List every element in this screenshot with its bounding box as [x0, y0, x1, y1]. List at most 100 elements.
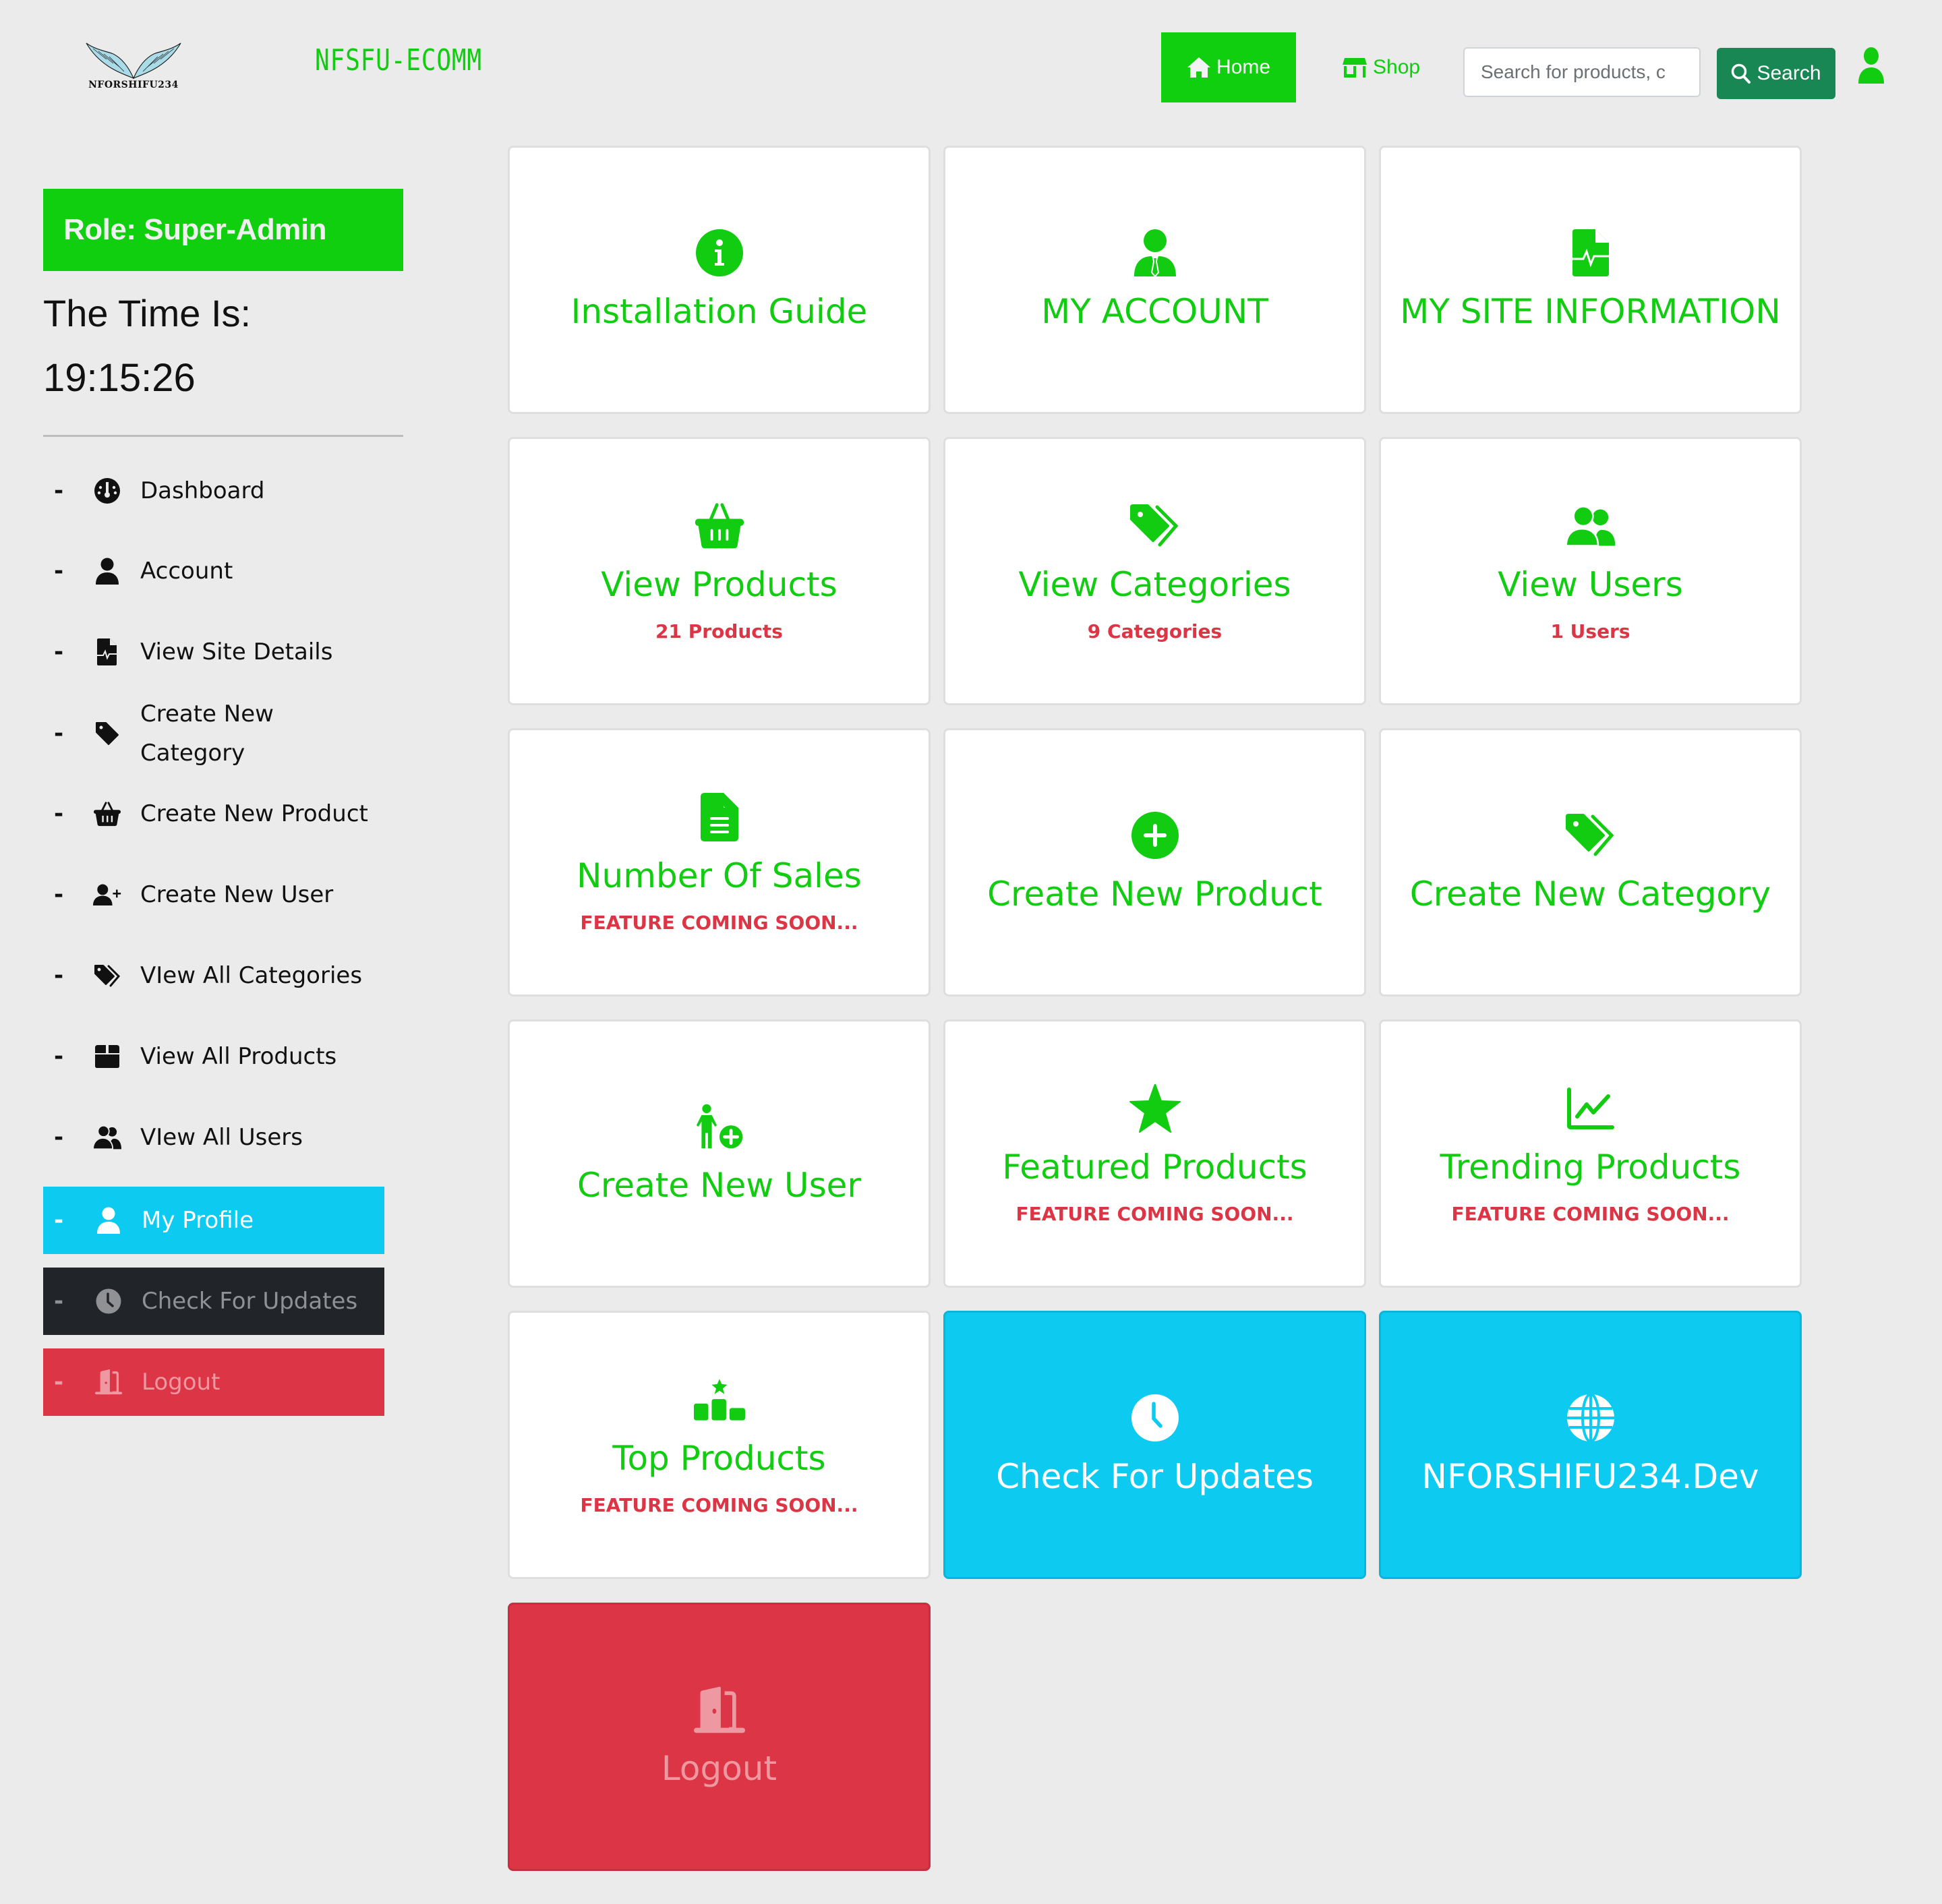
- search-button-label: Search: [1757, 62, 1821, 84]
- card-top-products[interactable]: Top Products FEATURE COMING SOON...: [508, 1311, 931, 1579]
- card-count: 1 Users: [1550, 620, 1630, 643]
- gauge-icon: [94, 478, 120, 504]
- card-title: Top Products: [612, 1438, 826, 1478]
- card-title: View Products: [601, 564, 837, 604]
- dash-marker: -: [54, 1043, 64, 1070]
- home-icon: [1187, 57, 1210, 78]
- sidebar-button-label: Logout: [142, 1369, 220, 1396]
- sidebar-item-label: Dashboard: [140, 477, 265, 504]
- site-brand-title[interactable]: NFSFU-ECOMM: [315, 43, 482, 78]
- dash-marker: -: [54, 962, 64, 989]
- child-plus-icon: [696, 1104, 744, 1150]
- card-my-site-information[interactable]: MY SITE INFORMATION: [1379, 146, 1802, 414]
- dash-marker: -: [54, 558, 64, 585]
- card-number-of-sales[interactable]: Number Of Sales FEATURE COMING SOON...: [508, 728, 931, 996]
- card-logout[interactable]: Logout: [508, 1603, 931, 1871]
- card-title: Number Of Sales: [577, 856, 862, 895]
- dash-marker: -: [54, 1369, 64, 1396]
- card-status: FEATURE COMING SOON...: [580, 1493, 858, 1516]
- sidebar-button-label: Check For Updates: [142, 1288, 358, 1315]
- chart-line-icon: [1566, 1087, 1614, 1129]
- card-title: View Users: [1498, 564, 1683, 604]
- nav-home-link[interactable]: Home: [1161, 32, 1296, 102]
- card-title: Logout: [661, 1749, 777, 1788]
- user-icon: [96, 558, 119, 585]
- wings-icon: [86, 42, 181, 80]
- card-view-products[interactable]: View Products 21 Products: [508, 437, 931, 705]
- sidebar-item-label: Account: [140, 558, 233, 585]
- sidebar-my-profile-button[interactable]: - My Profile: [43, 1187, 384, 1254]
- sidebar-logout-button[interactable]: - Logout: [43, 1348, 384, 1416]
- sidebar-item-label: View Site Details: [140, 638, 333, 665]
- sidebar-item-account[interactable]: - Account: [43, 552, 407, 591]
- card-title: Installation Guide: [570, 292, 868, 331]
- card-title: Check For Updates: [996, 1457, 1314, 1496]
- tag-icon: [96, 722, 119, 745]
- search-input[interactable]: [1463, 47, 1701, 97]
- door-open-icon: [94, 1369, 123, 1395]
- card-create-new-category[interactable]: Create New Category: [1379, 728, 1802, 996]
- user-account-icon[interactable]: [1856, 47, 1887, 84]
- dash-marker: -: [54, 1288, 64, 1315]
- sidebar-item-view-site-details[interactable]: - View Site Details: [43, 632, 407, 672]
- shop-icon: [1343, 58, 1367, 78]
- role-badge: Role: Super-Admin: [43, 189, 403, 271]
- dash-marker: -: [54, 1124, 64, 1151]
- star-icon: [1129, 1083, 1181, 1133]
- user-tie-icon: [1134, 229, 1176, 276]
- file-waveform-icon: [1572, 229, 1609, 276]
- sidebar-item-label: VIew All Users: [140, 1124, 303, 1151]
- user-icon: [97, 1207, 120, 1234]
- card-title: Create New Category: [1409, 874, 1771, 914]
- sidebar-item-dashboard[interactable]: - Dashboard: [43, 471, 407, 510]
- tags-icon: [1129, 504, 1178, 546]
- card-create-new-user[interactable]: Create New User: [508, 1019, 931, 1288]
- sidebar-item-view-all-users[interactable]: - VIew All Users: [43, 1118, 407, 1157]
- card-view-users[interactable]: View Users 1 Users: [1379, 437, 1802, 705]
- sidebar-item-label: Create New Category: [140, 701, 274, 767]
- file-lines-icon: [700, 792, 738, 841]
- site-logo[interactable]: NFORSHIFU234: [80, 39, 187, 94]
- card-count: 9 Categories: [1087, 620, 1223, 643]
- sidebar-item-view-all-products[interactable]: - View All Products: [43, 1037, 407, 1076]
- card-check-for-updates[interactable]: Check For Updates: [943, 1311, 1366, 1579]
- info-circle-icon: [695, 229, 743, 276]
- card-title: View Categories: [1018, 564, 1291, 604]
- card-create-new-product[interactable]: Create New Product: [943, 728, 1366, 996]
- door-open-icon: [693, 1686, 745, 1733]
- file-waveform-icon: [97, 638, 117, 665]
- user-icon: [1858, 47, 1884, 84]
- dash-marker: -: [54, 477, 64, 504]
- nav-home-label: Home: [1216, 56, 1271, 78]
- card-installation-guide[interactable]: Installation Guide: [508, 146, 931, 414]
- dash-marker: -: [54, 881, 64, 908]
- clock-icon: [96, 1288, 121, 1314]
- user-plus-icon: [93, 884, 121, 905]
- card-developer-site[interactable]: NFORSHIFU234.Dev: [1379, 1311, 1802, 1579]
- search-icon: [1732, 63, 1751, 84]
- sidebar-check-updates-button[interactable]: - Check For Updates: [43, 1268, 384, 1335]
- card-title: Create New Product: [987, 874, 1322, 914]
- sidebar-item-create-new-category[interactable]: - Create New Category: [43, 694, 407, 773]
- sidebar-item-label: Create New User: [140, 881, 334, 908]
- card-view-categories[interactable]: View Categories 9 Categories: [943, 437, 1366, 705]
- sidebar-item-view-all-categories[interactable]: - VIew All Categories: [43, 956, 407, 995]
- search-button[interactable]: Search: [1717, 48, 1835, 99]
- sidebar-button-label: My Profile: [142, 1207, 254, 1234]
- card-status: FEATURE COMING SOON...: [580, 911, 858, 934]
- clock-icon: [1131, 1394, 1179, 1441]
- sidebar-item-label: VIew All Categories: [140, 962, 363, 989]
- card-status: FEATURE COMING SOON...: [1016, 1202, 1294, 1225]
- sidebar-item-create-new-product[interactable]: - Create New Product: [43, 794, 407, 833]
- time-value: 19:15:26: [43, 356, 196, 400]
- card-title: NFORSHIFU234.Dev: [1421, 1457, 1759, 1496]
- card-my-account[interactable]: MY ACCOUNT: [943, 146, 1366, 414]
- sidebar-item-create-new-user[interactable]: - Create New User: [43, 875, 407, 914]
- card-featured-products[interactable]: Featured Products FEATURE COMING SOON...: [943, 1019, 1366, 1288]
- nav-shop-link[interactable]: Shop: [1342, 49, 1420, 86]
- dash-marker: -: [54, 720, 64, 747]
- dash-marker: -: [54, 800, 64, 827]
- box-icon: [95, 1045, 119, 1068]
- card-trending-products[interactable]: Trending Products FEATURE COMING SOON...: [1379, 1019, 1802, 1288]
- time-label: The Time Is:: [43, 292, 252, 334]
